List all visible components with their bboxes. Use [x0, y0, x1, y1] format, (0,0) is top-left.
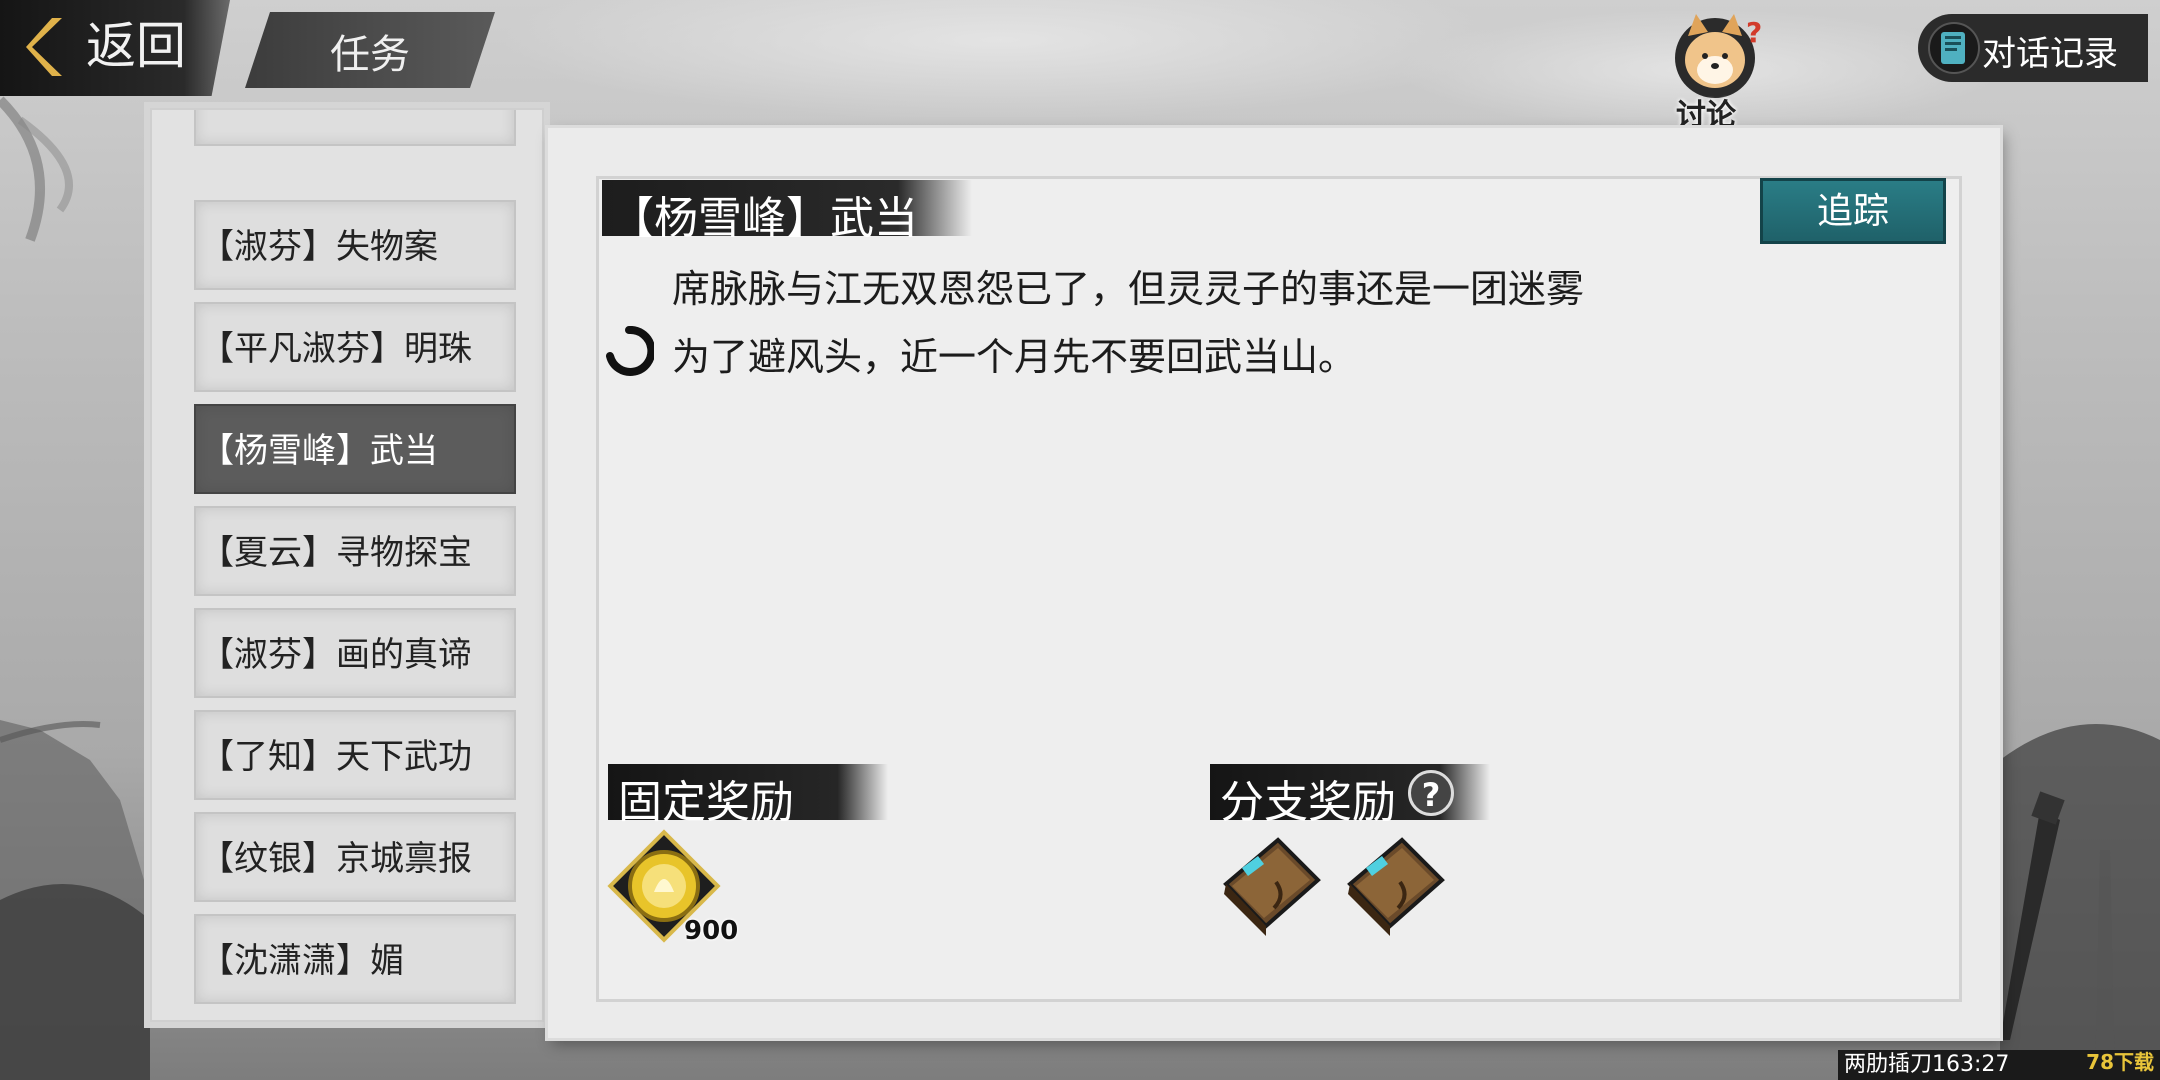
quest-list-item[interactable]: 【夏云】寻物探宝	[194, 506, 516, 596]
page-title: 任务	[330, 32, 410, 78]
quest-description-line: 为了避风头，近一个月先不要回武当山。	[672, 335, 1357, 379]
fixed-reward-label: 固定奖励	[618, 777, 794, 828]
book-icon	[1928, 22, 1980, 74]
quest-list-item[interactable]: 【纹银】京城禀报	[194, 812, 516, 902]
fixed-reward-count: 900	[684, 916, 739, 946]
svg-text:?: ?	[1746, 16, 1762, 49]
quest-list-item-selected[interactable]: 【杨雪峰】武当	[194, 404, 516, 494]
loading-ring-icon	[606, 326, 654, 376]
quest-title: 【杨雪峰】武当	[610, 193, 918, 244]
quest-list-item[interactable]: 【淑芬】画的真谛	[194, 608, 516, 698]
fixed-reward-banner: 固定奖励	[608, 764, 888, 828]
branch-reward-item-book[interactable]	[1336, 826, 1456, 946]
back-label: 返回	[86, 17, 186, 75]
quest-description-line: 席脉脉与江无双恩怨已了，但灵灵子的事还是一团迷雾	[672, 267, 1585, 311]
page-title-tab: 任务	[245, 12, 495, 88]
track-button[interactable]: 追踪	[1760, 178, 1946, 244]
watermark-logo: 78下载	[2086, 1050, 2154, 1074]
quest-list-item[interactable]: 【平凡淑芬】明珠	[194, 302, 516, 392]
shiba-dog-icon: ?	[1675, 14, 1762, 98]
quest-list-item[interactable]: 【淑芬】失物案	[194, 200, 516, 290]
discuss-button[interactable]: ? 讨论	[1660, 8, 1770, 133]
chevron-left-icon	[26, 18, 62, 76]
dialog-log-label: 对话记录	[1982, 34, 2118, 74]
quest-list-item[interactable]: 【沈潇潇】媚	[194, 914, 516, 1004]
quest-list-item-partial	[194, 110, 516, 146]
help-icon[interactable]: ?	[1408, 770, 1454, 816]
dialog-log-button[interactable]: 对话记录	[1918, 14, 2148, 82]
back-button[interactable]: 返回	[0, 0, 230, 96]
quest-list-item[interactable]: 【了知】天下武功	[194, 710, 516, 800]
branch-reward-label: 分支奖励	[1220, 777, 1396, 828]
quest-list-panel: 【淑芬】失物案 【平凡淑芬】明珠 【杨雪峰】武当 【夏云】寻物探宝 【淑芬】画的…	[150, 108, 544, 1022]
branch-reward-item-book[interactable]	[1212, 826, 1332, 946]
status-text: 两肋插刀163:27	[1844, 1052, 2010, 1077]
quest-title-banner: 【杨雪峰】武当	[602, 180, 972, 244]
